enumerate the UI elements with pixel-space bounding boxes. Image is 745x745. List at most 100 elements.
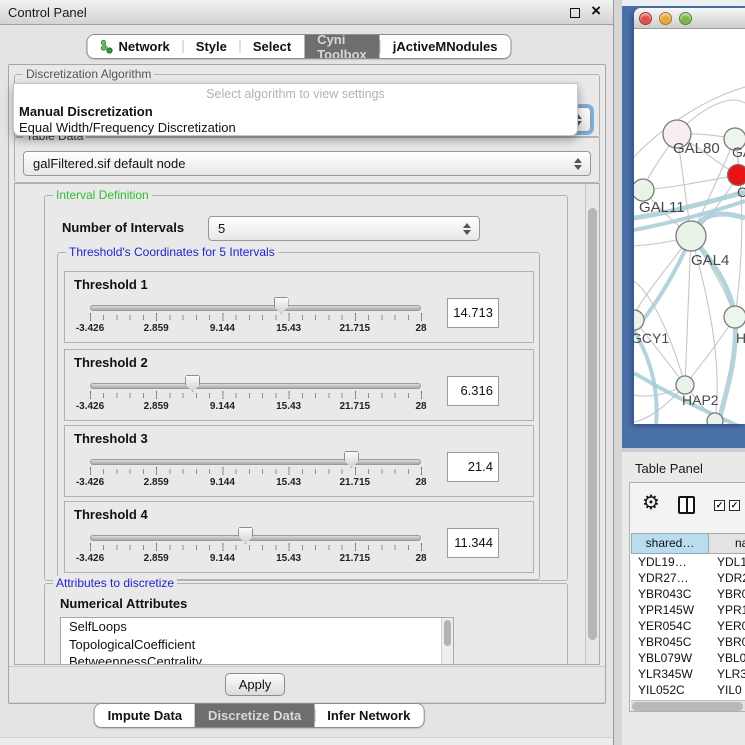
network-node[interactable] [676,221,706,251]
cell-name: YBR0 [709,586,745,602]
attributes-group: Attributes to discretize Numerical Attri… [44,583,568,665]
threshold-value-field[interactable]: 11.344 [447,528,499,558]
tab-discretize-data[interactable]: Discretize Data [195,704,314,727]
table-row[interactable]: YIL052CYIL0 [631,682,745,698]
tab-cyni-toolbox[interactable]: Cyni Toolbox [304,35,380,58]
number-of-intervals-combobox[interactable]: 5 [208,216,480,241]
table-row[interactable]: YBL079WYBL0 [631,650,745,666]
scrollbar-thumb[interactable] [588,208,597,640]
tab-jactivemnodules[interactable]: jActiveMNodules [380,35,511,58]
network-node-label: C [737,184,745,200]
tick-label: 28 [391,401,451,412]
network-node-label: GAL80 [673,140,720,157]
threshold-value-field[interactable]: 14.713 [447,298,499,328]
tick-label: -3.426 [60,477,120,488]
tab-label: Impute Data [108,708,182,723]
network-window-titlebar[interactable] [634,8,745,29]
slider-track[interactable] [90,305,421,311]
slider-track[interactable] [90,535,421,541]
threshold-label: Threshold 4 [74,507,148,522]
slider-track[interactable] [90,383,421,389]
network-node[interactable] [724,306,745,328]
horizontal-scrollbar[interactable] [631,700,745,712]
cell-shared-name: YER054C [631,618,709,634]
maximize-traffic-light-icon[interactable] [679,12,692,25]
table-header-row: shared… na [631,533,745,554]
apply-button[interactable]: Apply [225,673,285,696]
network-edge[interactable] [685,317,735,385]
numerical-attributes-list[interactable]: SelfLoopsTopologicalCoefficientBetweenne… [60,617,454,665]
tab-impute-data[interactable]: Impute Data [95,704,195,727]
columns-icon[interactable] [678,496,695,514]
cell-name: YLR3 [709,666,745,682]
dropdown-placeholder: Select algorithm to view settings [14,87,577,101]
threshold-value-field[interactable]: 6.316 [447,376,499,406]
checkbox-checked-icon[interactable]: ✓ [714,500,725,511]
threshold-value-field[interactable]: 21.4 [447,452,499,482]
table-row[interactable]: YER054CYER0 [631,618,745,634]
table-row[interactable]: YBR043CYBR0 [631,586,745,602]
attribute-list-item[interactable]: SelfLoops [61,618,453,636]
gear-icon[interactable]: ⚙ [642,493,660,513]
close-icon[interactable]: × [591,1,601,21]
float-icon[interactable] [570,8,580,18]
tab-style[interactable]: Style [183,35,240,58]
network-node-label: GAL11 [639,199,685,216]
network-canvas[interactable]: GAL80GACGAL11GAL4GCY1HHAP2 [634,29,745,424]
control-panel-titlebar: Control Panel × [0,0,613,25]
cell-shared-name: YBR045C [631,634,709,650]
network-edge[interactable] [643,175,738,190]
table-row[interactable]: YPR145WYPR1 [631,602,745,618]
top-tab-bar: Network Style Select Cyni Toolbox jActiv… [86,34,511,59]
table-row[interactable]: YDR27…YDR2 [631,570,745,586]
column-header-name[interactable]: na [709,533,745,554]
group-title: Attributes to discretize [53,576,177,590]
slider-thumb[interactable] [274,297,289,314]
slider-thumb[interactable] [238,527,253,544]
network-view-window[interactable]: GAL80GACGAL11GAL4GCY1HHAP2 [634,8,745,424]
dropdown-item-equal-width-frequency[interactable]: Equal Width/Frequency Discretization [19,120,572,135]
tab-infer-network[interactable]: Infer Network [314,704,423,727]
slider-ticks [90,315,422,320]
tick-label: 21.715 [325,553,385,564]
threshold-label: Threshold 3 [74,431,148,446]
cell-name: YDL1 [709,554,745,570]
tick-label: 21.715 [325,477,385,488]
slider-track[interactable] [90,459,421,465]
network-edge-thick[interactable] [718,317,735,424]
bottom-tab-bar: Impute Data Discretize Data Infer Networ… [94,703,425,728]
checkbox-checked-icon[interactable]: ✓ [729,500,740,511]
table-data-combobox[interactable]: galFiltered.sif default node [23,151,591,176]
attribute-list-item[interactable]: BetweennessCentrality [61,653,453,665]
minimize-traffic-light-icon[interactable] [659,12,672,25]
table-row[interactable]: YDL19…YDL1 [631,554,745,570]
dropdown-item-manual-discretization[interactable]: Manual Discretization [19,104,572,119]
tab-select[interactable]: Select [240,35,304,58]
network-node[interactable] [728,165,745,186]
attribute-list-item[interactable]: TopologicalCoefficient [61,636,453,654]
tab-label: Select [253,39,291,54]
table-row[interactable]: YBR045CYBR0 [631,634,745,650]
vertical-scrollbar[interactable] [585,184,599,664]
tab-network[interactable]: Network [87,35,182,58]
tab-label: Network [118,39,169,54]
network-node[interactable] [634,179,654,201]
scrollbar-thumb[interactable] [444,620,451,646]
network-node[interactable] [707,413,723,424]
table-row[interactable]: YLR345WYLR3 [631,666,745,682]
network-node-label: GA [732,144,745,160]
list-scrollbar[interactable] [441,618,453,665]
close-traffic-light-icon[interactable] [639,12,652,25]
slider-thumb[interactable] [185,375,200,392]
cell-shared-name: YBR043C [631,586,709,602]
network-node[interactable] [634,310,644,330]
tick-label: 9.144 [192,553,252,564]
algorithm-dropdown-popup: Select algorithm to view settings Manual… [13,83,578,136]
cell-shared-name: YLR345W [631,666,709,682]
table-body: YDL19…YDL1YDR27…YDR2YBR043CYBR0YPR145WYP… [631,554,745,700]
slider-thumb[interactable] [344,451,359,468]
tick-label: 28 [391,553,451,564]
tick-label: -3.426 [60,401,120,412]
scrollbar-thumb[interactable] [632,702,743,711]
column-header-shared-name[interactable]: shared… [631,533,709,554]
